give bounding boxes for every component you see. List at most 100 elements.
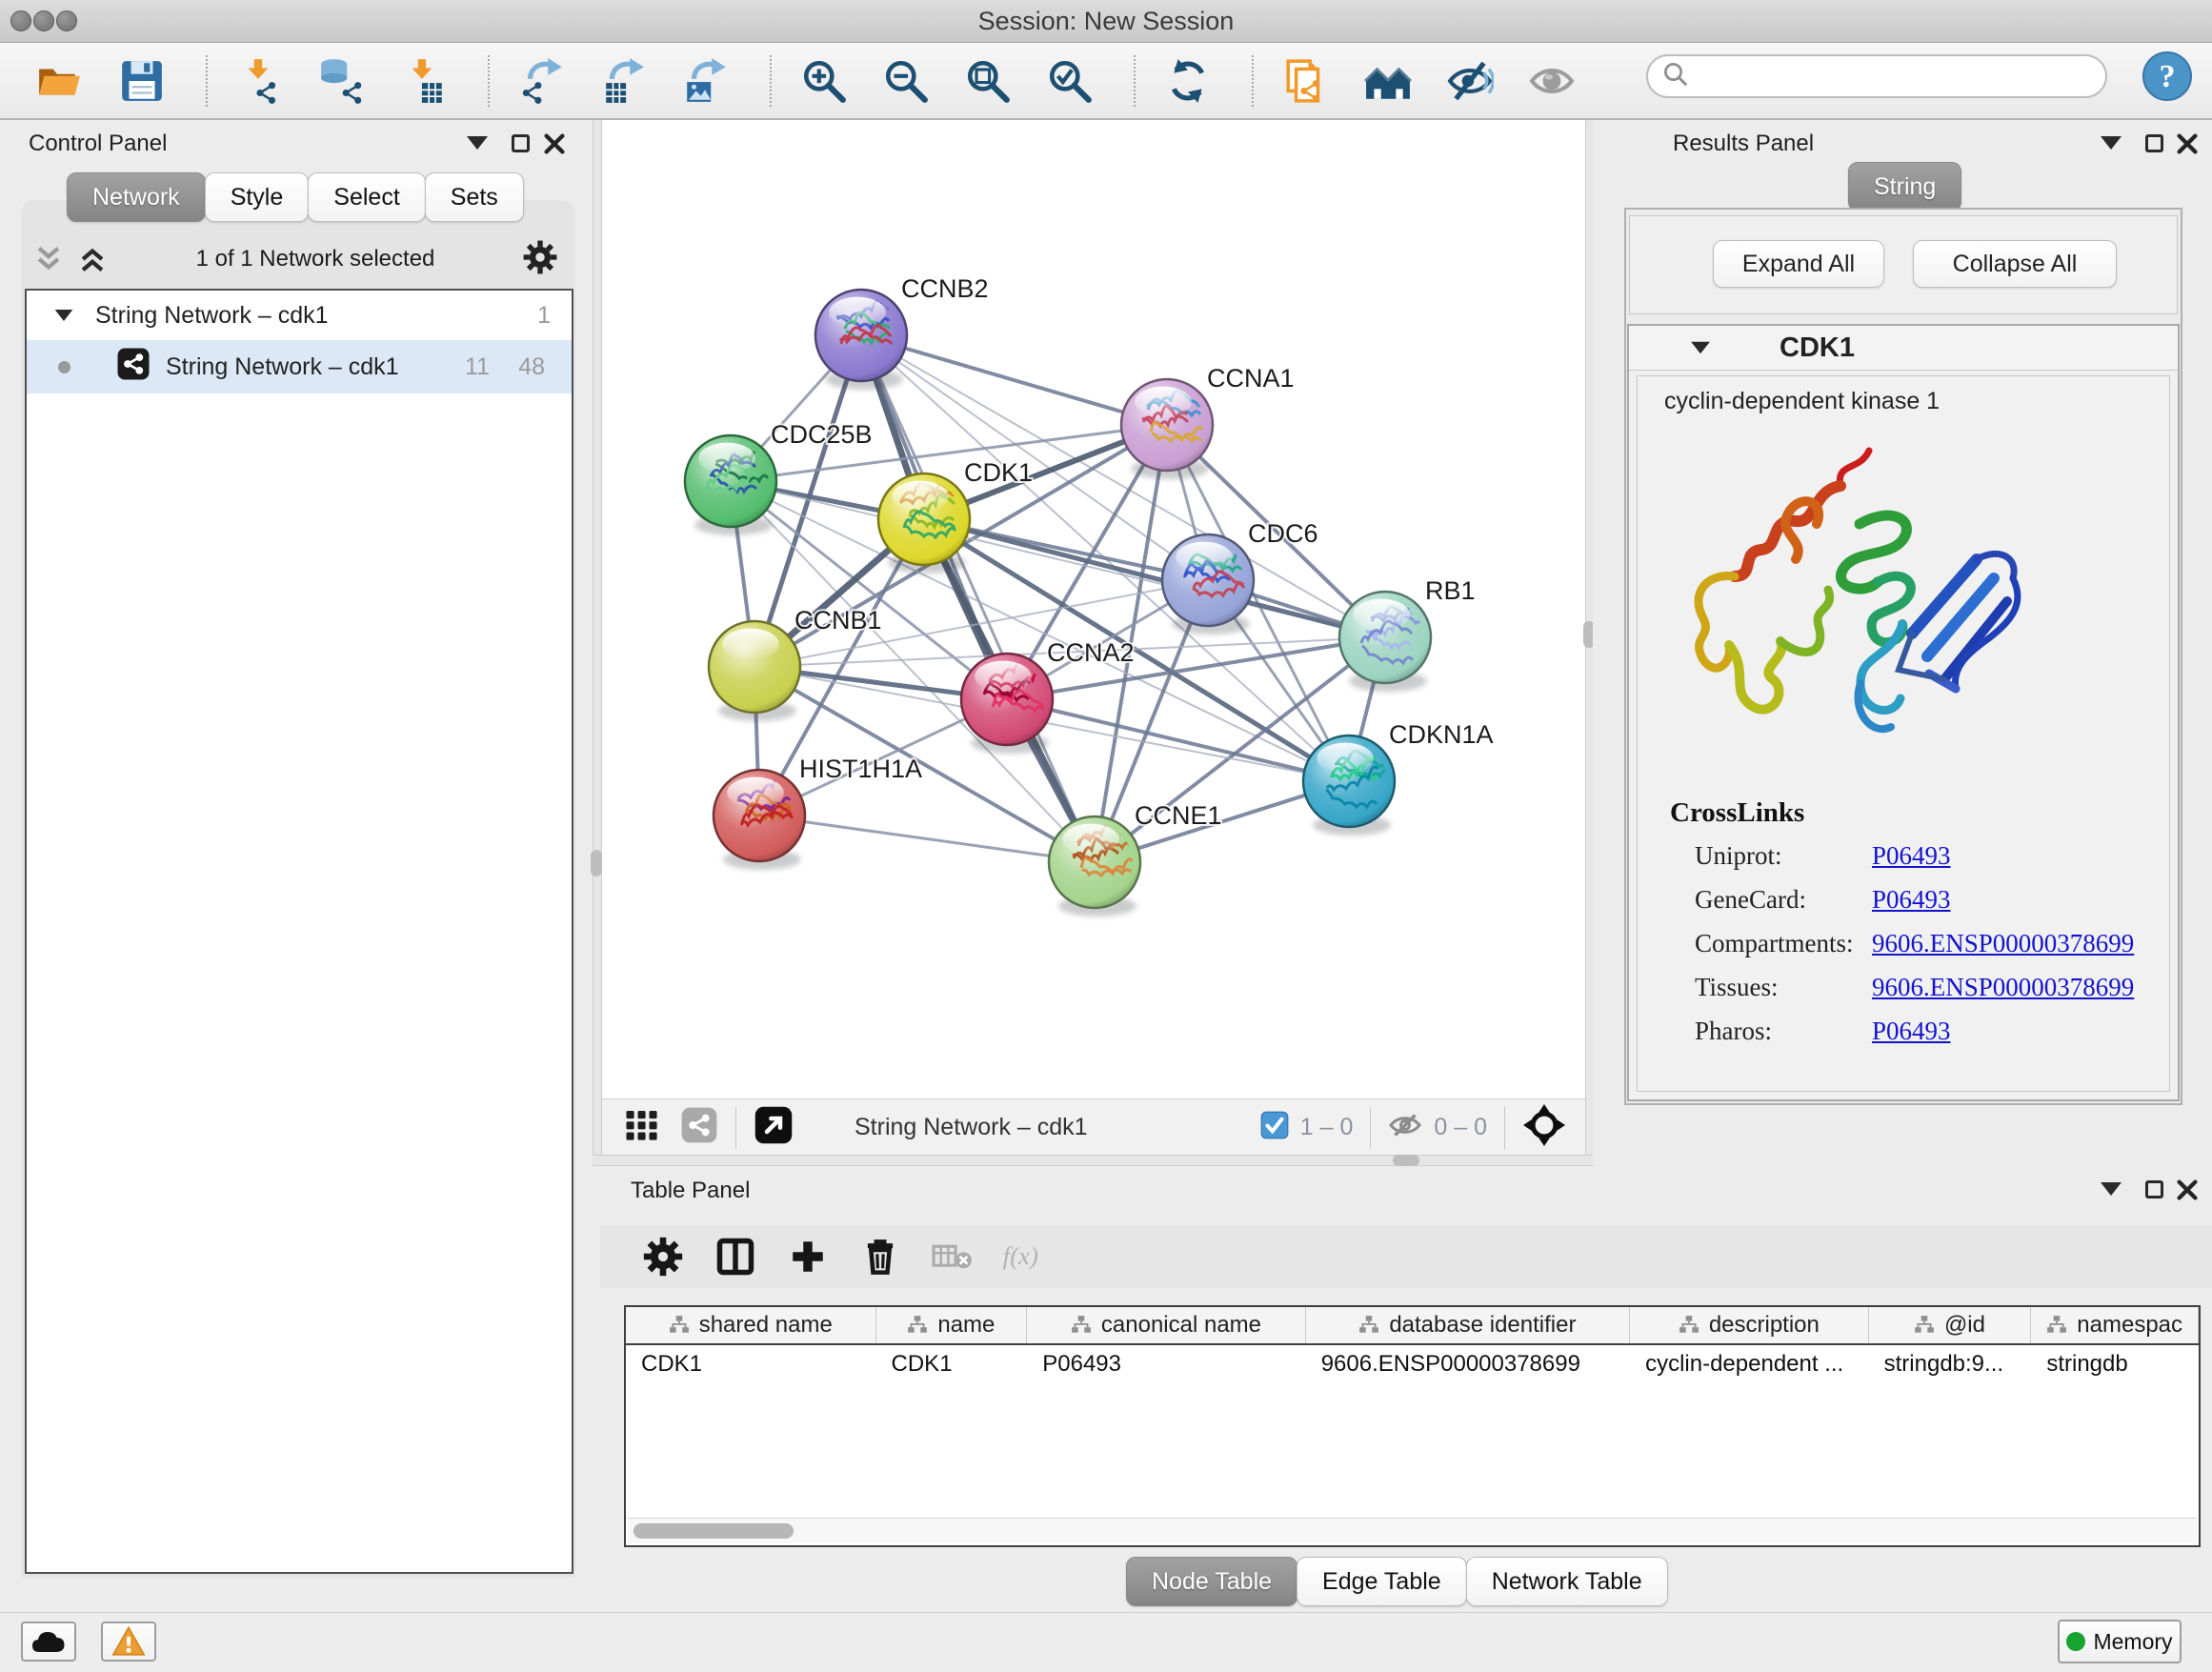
crosslink-row: GeneCard:P06493 bbox=[1695, 885, 1951, 915]
left-splitter-handle[interactable] bbox=[591, 850, 602, 876]
selected-checkbox[interactable] bbox=[1260, 1111, 1289, 1144]
cloud-button[interactable] bbox=[21, 1622, 76, 1662]
control-panel-float-icon[interactable] bbox=[512, 134, 530, 157]
column-header-name[interactable]: name bbox=[876, 1307, 1028, 1343]
control-panel-menu-icon[interactable] bbox=[467, 136, 488, 154]
collapse-all-networks-icon[interactable] bbox=[32, 243, 65, 275]
left-splitter[interactable] bbox=[593, 120, 602, 1166]
column-header-shared-name[interactable]: shared name bbox=[626, 1307, 876, 1343]
clone-network-button[interactable] bbox=[1278, 51, 1334, 111]
collection-expand-icon[interactable] bbox=[55, 310, 73, 321]
tab-select[interactable]: Select bbox=[308, 172, 425, 222]
export-table-button[interactable] bbox=[596, 51, 652, 111]
network-canvas[interactable]: CCNB2 CCNA1 CDC25B CDK1 CDC6 RB1 CCNB1 bbox=[600, 120, 1585, 1098]
add-column-icon[interactable] bbox=[781, 1230, 835, 1283]
grid-view-icon[interactable] bbox=[625, 1108, 659, 1147]
gene-section-header[interactable]: CDK1 bbox=[1629, 326, 2178, 371]
horizontal-splitter-handle[interactable] bbox=[1393, 1155, 1419, 1166]
table-cell[interactable]: cyclin-dependent ... bbox=[1630, 1345, 1869, 1385]
table-toolbar: f(x) bbox=[600, 1225, 2212, 1288]
save-session-button[interactable] bbox=[114, 51, 170, 111]
tab-sets[interactable]: Sets bbox=[425, 172, 524, 222]
tab-style[interactable]: Style bbox=[205, 172, 310, 222]
column-header-namespac[interactable]: namespac bbox=[2031, 1307, 2199, 1343]
export-image-button[interactable] bbox=[678, 51, 734, 111]
crosslink-link[interactable]: P06493 bbox=[1872, 841, 1951, 870]
import-table-from-file-button[interactable] bbox=[396, 51, 452, 111]
hidden-eye-icon[interactable] bbox=[1388, 1108, 1422, 1147]
column-header-@id[interactable]: @id bbox=[1869, 1307, 2032, 1343]
apply-preferred-layout-button[interactable] bbox=[1160, 51, 1216, 111]
column-header-canonical-name[interactable]: canonical name bbox=[1027, 1307, 1305, 1343]
table-cell[interactable]: CDK1 bbox=[626, 1345, 876, 1385]
table-row[interactable]: CDK1CDK1P064939606.ENSP00000378699cyclin… bbox=[626, 1345, 2199, 1385]
crosslink-label: Compartments: bbox=[1695, 929, 1872, 958]
control-panel-close-icon[interactable] bbox=[543, 132, 566, 160]
node-CDKN1A[interactable]: CDKN1A bbox=[1303, 720, 1494, 836]
network-options-gear-icon[interactable] bbox=[522, 239, 558, 280]
table-cell[interactable]: stringdb bbox=[2031, 1345, 2199, 1385]
open-in-window-icon[interactable] bbox=[754, 1105, 794, 1150]
edge-CCNB2-CCNA1 bbox=[861, 335, 1167, 425]
export-network-button[interactable] bbox=[514, 51, 570, 111]
network-row[interactable]: String Network – cdk1 11 48 bbox=[27, 340, 572, 393]
results-panel-menu-icon[interactable] bbox=[2101, 136, 2122, 154]
tab-edge-table[interactable]: Edge Table bbox=[1297, 1557, 1467, 1606]
hidden-count: 0 – 0 bbox=[1434, 1114, 1487, 1141]
table-panel-close-icon[interactable] bbox=[2176, 1178, 2199, 1206]
hide-graphics-details-button[interactable] bbox=[1442, 51, 1498, 111]
share-view-icon[interactable] bbox=[680, 1106, 718, 1149]
memory-button[interactable]: Memory bbox=[2058, 1620, 2182, 1663]
tab-string[interactable]: String bbox=[1848, 162, 1961, 212]
svg-text:?: ? bbox=[2160, 59, 2176, 94]
import-network-from-database-button[interactable] bbox=[314, 51, 370, 111]
table-panel-float-icon[interactable] bbox=[2145, 1180, 2163, 1203]
table-cell[interactable]: P06493 bbox=[1027, 1345, 1305, 1385]
warning-button[interactable] bbox=[101, 1622, 156, 1662]
import-network-from-file-button[interactable] bbox=[232, 51, 288, 111]
node-HIST1H1A[interactable]: HIST1H1A bbox=[714, 755, 922, 870]
node-CDC6[interactable]: CDC6 bbox=[1162, 519, 1318, 635]
zoom-in-button[interactable] bbox=[796, 51, 852, 111]
zoom-fit-button[interactable] bbox=[960, 51, 1016, 111]
table-gear-icon[interactable] bbox=[636, 1230, 690, 1283]
column-header-database-identifier[interactable]: database identifier bbox=[1306, 1307, 1630, 1343]
expand-all-button[interactable]: Expand All bbox=[1713, 240, 1884, 288]
help-button[interactable]: ? bbox=[2142, 50, 2193, 102]
tab-node-table[interactable]: Node Table bbox=[1126, 1557, 1297, 1606]
node-RB1[interactable]: RB1 bbox=[1339, 576, 1476, 692]
open-session-button[interactable] bbox=[32, 51, 88, 111]
collapse-all-button[interactable]: Collapse All bbox=[1913, 240, 2117, 288]
houses-button[interactable] bbox=[1360, 51, 1416, 111]
crosslink-link[interactable]: 9606.ENSP00000378699 bbox=[1872, 973, 2134, 1001]
column-header-description[interactable]: description bbox=[1630, 1307, 1869, 1343]
scrollbar-thumb[interactable] bbox=[633, 1523, 794, 1539]
results-panel-float-icon[interactable] bbox=[2145, 134, 2163, 157]
table-panel-menu-icon[interactable] bbox=[2101, 1182, 2122, 1200]
crosslink-label: Pharos: bbox=[1695, 1017, 1872, 1046]
table-horizontal-scrollbar[interactable] bbox=[628, 1518, 2197, 1543]
crosslink-row: Tissues:9606.ENSP00000378699 bbox=[1695, 973, 2134, 1002]
show-graphics-details-button[interactable] bbox=[1524, 51, 1579, 111]
search-input[interactable] bbox=[1690, 62, 2075, 91]
results-panel-close-icon[interactable] bbox=[2176, 132, 2199, 160]
tab-network-table[interactable]: Network Table bbox=[1466, 1557, 1668, 1606]
zoom-out-button[interactable] bbox=[878, 51, 934, 111]
network-collection-row[interactable]: String Network – cdk1 1 bbox=[27, 291, 572, 340]
delete-column-icon[interactable] bbox=[854, 1230, 907, 1283]
node-CCNA1[interactable]: CCNA1 bbox=[1121, 364, 1295, 479]
crosslink-link[interactable]: P06493 bbox=[1872, 1017, 1951, 1045]
crosshair-icon[interactable] bbox=[1522, 1103, 1566, 1152]
table-cell[interactable]: stringdb:9... bbox=[1869, 1345, 2032, 1385]
node-CCNB1[interactable]: CCNB1 bbox=[709, 606, 882, 721]
expand-all-networks-icon[interactable] bbox=[76, 243, 109, 275]
crosslink-link[interactable]: 9606.ENSP00000378699 bbox=[1872, 929, 2134, 957]
gene-collapse-icon[interactable] bbox=[1691, 342, 1710, 354]
tab-network[interactable]: Network bbox=[67, 172, 206, 222]
select-columns-icon[interactable] bbox=[709, 1230, 762, 1283]
zoom-selected-button[interactable] bbox=[1042, 51, 1097, 111]
table-cell[interactable]: CDK1 bbox=[876, 1345, 1028, 1385]
table-cell[interactable]: 9606.ENSP00000378699 bbox=[1306, 1345, 1630, 1385]
crosslink-link[interactable]: P06493 bbox=[1872, 885, 1951, 914]
search-box[interactable] bbox=[1646, 54, 2107, 98]
